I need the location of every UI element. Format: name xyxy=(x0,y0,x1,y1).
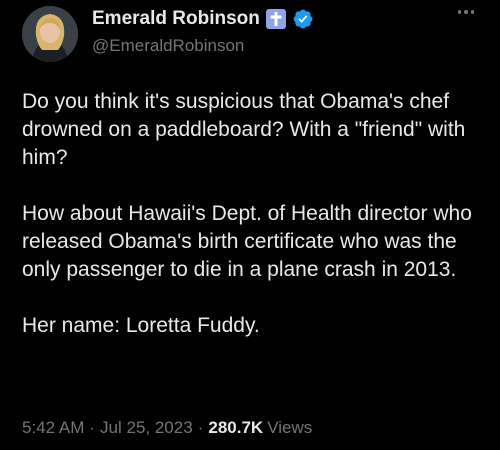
tweet: Emerald Robinson @EmeraldRobinson Do you… xyxy=(0,0,500,450)
tweet-paragraph: Do you think it's suspicious that Obama'… xyxy=(22,90,466,169)
tweet-paragraph: Her name: Loretta Fuddy. xyxy=(22,314,260,337)
avatar-image xyxy=(22,6,78,62)
author-handle[interactable]: @EmeraldRobinson xyxy=(92,36,244,56)
author-row: Emerald Robinson xyxy=(92,8,314,30)
more-options-icon[interactable] xyxy=(457,10,474,14)
separator: · xyxy=(197,418,204,437)
avatar[interactable] xyxy=(22,6,78,62)
tweet-text: Do you think it's suspicious that Obama'… xyxy=(22,88,482,340)
verified-badge-icon xyxy=(293,9,313,29)
tweet-date[interactable]: Jul 25, 2023 xyxy=(100,418,193,438)
display-name[interactable]: Emerald Robinson xyxy=(92,8,260,30)
separator: · xyxy=(89,418,96,437)
cross-icon xyxy=(265,9,286,29)
views-count[interactable]: 280.7K xyxy=(208,418,263,438)
views-label: Views xyxy=(267,418,313,437)
tweet-paragraph: How about Hawaii's Dept. of Health direc… xyxy=(22,202,472,281)
tweet-meta: 5:42 AM · Jul 25, 2023 · 280.7K Views xyxy=(22,418,312,438)
tweet-time[interactable]: 5:42 AM xyxy=(22,418,84,438)
